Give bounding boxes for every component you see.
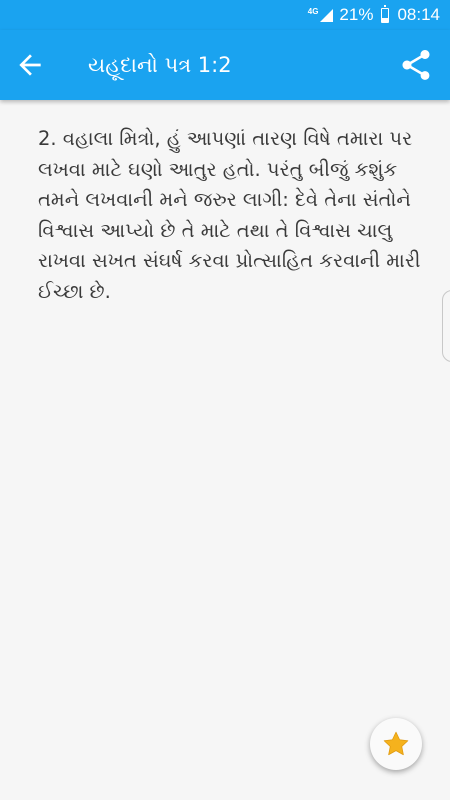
back-button[interactable] [14,49,46,81]
share-icon [402,50,430,80]
battery-percentage: 21% [339,5,374,24]
signal-icon [320,8,334,22]
verse-text: 2. વહાલા મિત્રો, હું આપણાં તારણ વિષે તમા… [38,127,421,303]
favorite-button[interactable] [370,718,422,770]
status-bar: 4G 21% 08:14 [0,0,450,30]
app-bar: યહૂદાનો પત્ર 1:2 [0,30,450,100]
star-icon [383,731,409,756]
arrow-left-icon [19,54,41,76]
share-button[interactable] [398,47,434,83]
page-title: યહૂદાનો પત્ર 1:2 [88,53,232,77]
clock-time: 08:14 [397,5,440,24]
edge-panel-handle[interactable] [442,290,450,362]
battery-icon [381,4,390,23]
network-type: 4G [307,6,319,16]
